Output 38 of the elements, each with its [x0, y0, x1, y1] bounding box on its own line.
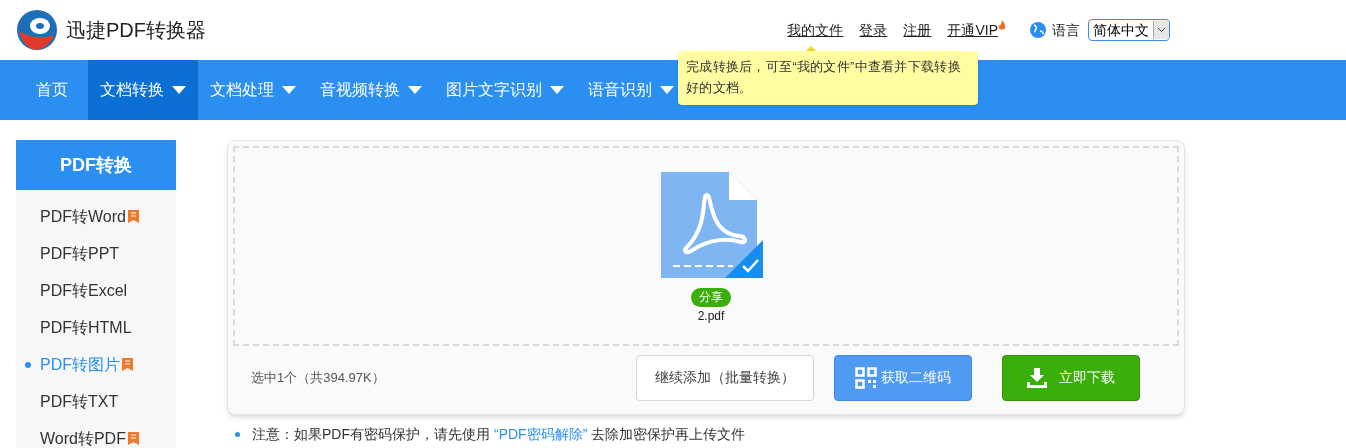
bookmark-icon	[127, 432, 139, 445]
sidebar-item[interactable]: Word转PDF	[40, 426, 139, 448]
tooltip-arrow-icon	[806, 46, 816, 51]
caret-icon	[660, 85, 674, 95]
note-text: 注意：如果PDF有密码保护，请先使用	[252, 425, 490, 444]
note-text: 去除加密保护再上传文件	[591, 425, 746, 444]
chevron-down-icon	[1157, 27, 1166, 33]
sidebar-item[interactable]: PDF转PPT	[40, 241, 120, 266]
brand-name: 迅捷PDF转换器	[66, 18, 206, 43]
nav-item[interactable]: 文档转换	[88, 60, 198, 120]
language-select[interactable]: 简体中文	[1088, 19, 1170, 41]
sidebar-title: PDF转换	[16, 140, 176, 190]
sidebar-item[interactable]: PDF转HTML	[40, 315, 132, 340]
file-name: 2.pdf	[697, 308, 725, 325]
bookmark-icon	[127, 210, 139, 223]
download-icon	[1027, 367, 1047, 388]
bookmark-icon	[122, 358, 133, 371]
sidebar-item[interactable]: PDF转TXT	[40, 389, 119, 414]
bullet-icon	[235, 432, 240, 437]
top-link[interactable]: 我的文件	[787, 19, 844, 41]
top-link[interactable]: 开通VIP	[947, 19, 998, 41]
note-link[interactable]: “PDF密码解除”	[494, 424, 588, 445]
top-link[interactable]: 登录	[859, 19, 888, 41]
tooltip: 完成转换后，可至“我的文件”中查看并下载转换好的文档。	[678, 51, 978, 105]
caret-icon	[282, 85, 296, 95]
language-label: 语言	[1052, 20, 1080, 40]
globe-icon	[1030, 22, 1046, 38]
sidebar-item[interactable]: PDF转Excel	[40, 278, 128, 303]
caret-icon	[172, 85, 186, 95]
add-more-button[interactable]: 继续添加（批量转换）	[636, 354, 814, 401]
pdf-file-icon[interactable]	[659, 170, 763, 280]
logo-icon	[16, 9, 58, 51]
sidebar-item[interactable]: PDF转Word	[40, 204, 139, 229]
top-link[interactable]: 注册	[903, 19, 932, 41]
selection-summary: 选中1个（共394.97K）	[251, 368, 386, 387]
qr-code-icon	[855, 366, 877, 389]
caret-icon	[408, 85, 422, 95]
caret-icon	[550, 85, 564, 95]
